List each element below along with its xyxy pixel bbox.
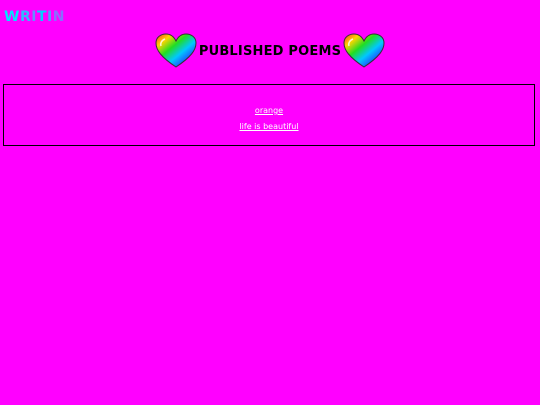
poem-link-orange[interactable]: orange xyxy=(4,106,534,116)
logo-letter: W xyxy=(4,9,20,25)
site-logo[interactable]: WRITIN xyxy=(4,9,65,25)
rainbow-heart-icon xyxy=(343,33,385,68)
logo-letter: T xyxy=(36,9,48,25)
page-header: PUBLISHED POEMS xyxy=(0,33,540,69)
rainbow-heart-icon xyxy=(155,33,197,68)
poem-link-life-is-beautiful[interactable]: life is beautiful xyxy=(4,122,534,132)
logo-letter: R xyxy=(19,9,32,25)
page-title: PUBLISHED POEMS xyxy=(198,43,342,59)
logo-letter: N xyxy=(52,9,65,25)
poem-list: orange life is beautiful xyxy=(3,84,535,146)
